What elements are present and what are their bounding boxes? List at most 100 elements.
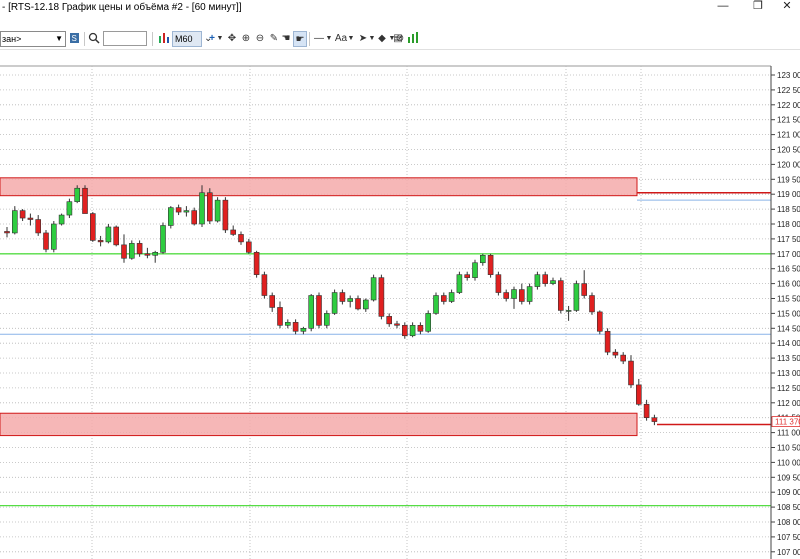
price-axis-label: 111 000 [777, 429, 800, 438]
candle-body [222, 199, 229, 231]
candle-body [401, 325, 408, 337]
candle-body [487, 254, 494, 275]
candle-body [113, 226, 119, 246]
candle-body [635, 384, 642, 405]
current-price-label: 111 370 [775, 418, 800, 427]
price-axis-label: 123 000 [777, 71, 800, 80]
price-axis-label: 109 500 [777, 473, 800, 482]
price-axis-label: 115 500 [777, 295, 800, 304]
candle-body [339, 292, 346, 302]
price-chart[interactable]: 123 000 122 500 122 000 121 500 121 000 120 5… [0, 0, 800, 559]
candle-body [604, 330, 611, 353]
candle-body [12, 210, 18, 234]
candle-body [82, 187, 88, 214]
candle-body [378, 277, 385, 317]
candle-body [199, 192, 205, 225]
candle-body [160, 225, 166, 253]
candle-body [183, 210, 190, 213]
candle-body [277, 307, 283, 326]
price-axis-label: 108 500 [777, 503, 800, 512]
candle-body [557, 280, 564, 311]
price-axis-label: 109 000 [777, 488, 800, 497]
candle-body [347, 298, 354, 302]
candlestick-series [4, 185, 658, 426]
candle-body [35, 219, 42, 234]
price-axis-label: 107 500 [777, 533, 800, 542]
price-axis-label: 120 000 [777, 160, 800, 169]
price-axis-label: 116 000 [777, 280, 800, 289]
price-axis-label: 112 000 [777, 399, 800, 408]
candle-body [214, 199, 221, 222]
candle-body [534, 274, 541, 287]
price-axis-label: 117 000 [777, 250, 800, 259]
candle-body [433, 295, 439, 314]
candle-body [573, 283, 580, 311]
price-axis-label: 121 000 [777, 131, 800, 140]
price-axis-label: 110 500 [777, 444, 800, 453]
candle-body [479, 254, 486, 264]
candle-body [207, 192, 213, 222]
candle-body [409, 325, 416, 337]
candle-body [542, 274, 549, 284]
candle-body [417, 325, 424, 332]
price-axis-label: 112 500 [777, 384, 800, 393]
candle-body [4, 231, 10, 234]
candle-body [136, 243, 143, 255]
candle-body [440, 295, 447, 302]
candle-body [316, 295, 322, 326]
candle-body [550, 280, 556, 284]
candle-body [308, 295, 315, 329]
candle-body [565, 310, 572, 312]
price-axis-label: 122 000 [777, 101, 800, 110]
price-axis-label: 118 000 [777, 220, 800, 229]
price-axis-label: 114 500 [777, 324, 800, 333]
candle-body [394, 323, 400, 326]
price-axis-label: 116 500 [777, 265, 800, 274]
candle-body [355, 298, 361, 310]
candle-body [261, 274, 268, 296]
candle-body [43, 232, 49, 250]
candle-body [472, 262, 478, 278]
candle-body [144, 253, 151, 256]
candle-body [628, 360, 634, 386]
candle-body [526, 286, 533, 302]
candle-body [456, 274, 463, 293]
candle-body [19, 210, 26, 219]
candle-body [129, 243, 135, 259]
price-axis-label: 114 000 [777, 339, 800, 348]
candle-body [230, 229, 236, 235]
candle-body [370, 277, 377, 301]
candle-body [581, 283, 588, 296]
price-axis-label: 119 500 [777, 175, 800, 184]
price-zone [0, 177, 638, 197]
candle-body [331, 292, 338, 314]
candle-body [362, 299, 369, 310]
candle-body [152, 252, 158, 256]
candle-body [269, 295, 276, 308]
candle-body [66, 201, 73, 216]
candle-body [620, 354, 627, 362]
candle-body [284, 322, 291, 326]
price-axis-label: 113 500 [777, 354, 800, 363]
candle-body [386, 316, 393, 325]
candle-body [511, 289, 517, 299]
candle-body [425, 313, 432, 332]
candle-body [50, 223, 57, 250]
candle-body [596, 311, 603, 332]
candle-body [292, 322, 299, 332]
candle-body [74, 187, 80, 202]
candle-body [58, 214, 65, 225]
price-axis-label: 115 000 [777, 309, 800, 318]
candle-body [105, 226, 112, 243]
candle-body [589, 295, 595, 313]
price-axis-label: 110 000 [777, 458, 800, 467]
candle-body [175, 207, 182, 213]
candle-body [612, 351, 619, 356]
candle-body [191, 210, 197, 225]
price-axis-label: 113 000 [777, 369, 800, 378]
price-axis-label: 118 500 [777, 205, 800, 214]
candle-body [27, 217, 34, 220]
price-axis-label: 119 000 [777, 190, 800, 199]
candle-body [121, 244, 127, 259]
candle-body [323, 313, 330, 326]
